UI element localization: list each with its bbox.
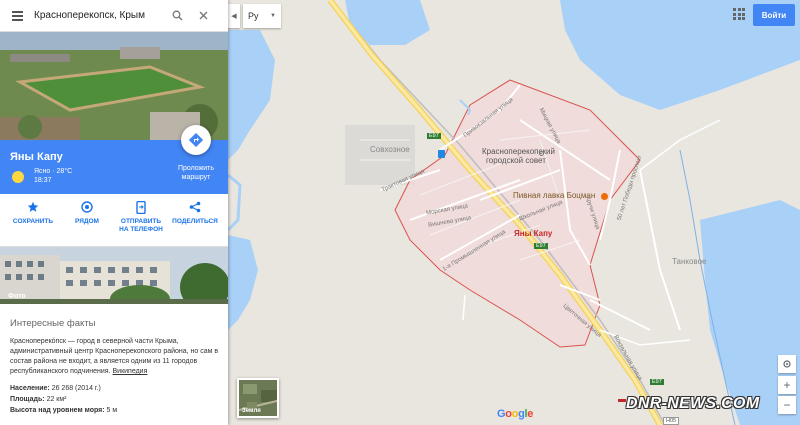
clear-search-button[interactable] <box>190 0 216 32</box>
directions-button[interactable] <box>181 125 211 155</box>
share-icon <box>170 200 220 214</box>
minus-icon: − <box>783 398 791 412</box>
fact-elevation: Высота над уровнем моря: 5 м <box>10 407 118 414</box>
weather-info: Ясно · 28°C 18:37 <box>34 168 73 184</box>
map-label-council: Красноперекопский городской совет <box>482 147 555 165</box>
star-icon <box>8 200 58 214</box>
sun-icon <box>12 171 24 183</box>
facts-text: Красноперекóпск — город в северной части… <box>10 338 219 375</box>
facts-heading: Интересные факты <box>10 318 96 329</box>
building-photo-image <box>0 247 228 304</box>
crosshair-icon <box>783 360 791 368</box>
action-bar: СОХРАНИТЬ РЯДОМ ОТПРАВИТЬ НА ТЕЛЕФОН ПОД… <box>0 194 228 240</box>
earth-view-toggle[interactable]: Земля <box>237 378 279 418</box>
language-value: Ру <box>248 11 259 21</box>
google-logo: Google <box>497 408 534 420</box>
nearby-icon <box>62 200 112 214</box>
search-input[interactable] <box>34 10 164 21</box>
bus-stop-icon[interactable] <box>438 150 445 158</box>
share-button[interactable]: ПОДЕЛИТЬСЯ <box>170 200 220 240</box>
place-side-panel: Яны Капу Ясно · 28°C 18:37 Проложить мар… <box>0 0 228 425</box>
road-shield-h05: H05 <box>663 417 680 425</box>
close-icon <box>199 11 207 20</box>
zoom-in-button[interactable]: + <box>778 376 796 394</box>
map-label-tankovoe: Танковое <box>672 257 707 266</box>
road-shield-e97: E97 <box>427 133 441 139</box>
road-shield-e97: E97 <box>650 379 664 385</box>
map-label-pub: Пивная лавка Боцман <box>513 191 596 200</box>
wikipedia-link[interactable]: Википедия <box>113 368 148 375</box>
directions-icon <box>189 133 203 147</box>
poi-marker-icon[interactable] <box>539 151 544 156</box>
earth-label: Земля <box>242 408 261 414</box>
fact-population: Население: 26 268 (2014 г.) <box>10 385 101 392</box>
search-box <box>0 0 228 32</box>
chevron-down-icon: ▼ <box>270 13 276 19</box>
search-button[interactable] <box>164 0 190 32</box>
language-select[interactable]: Ру ▼ <box>243 4 281 28</box>
photo-thumbnail[interactable]: Фото <box>0 246 228 304</box>
menu-icon[interactable] <box>0 0 34 32</box>
my-location-button[interactable] <box>778 355 796 373</box>
zoom-out-button[interactable]: − <box>778 396 796 414</box>
road-shield-e97: E97 <box>534 243 548 249</box>
watermark-bar <box>618 399 626 402</box>
pub-marker-icon[interactable] <box>601 193 608 200</box>
apps-grid-icon[interactable] <box>733 8 745 20</box>
route-label[interactable]: Проложить маршрут <box>170 164 222 182</box>
map-label-sovkhoznoe: Совхозное <box>370 145 410 154</box>
send-to-phone-button[interactable]: ОТПРАВИТЬ НА ТЕЛЕФОН <box>116 200 166 240</box>
collapse-panel-button[interactable]: ◀ <box>228 4 240 28</box>
chevron-left-icon: ◀ <box>231 13 237 20</box>
search-icon <box>172 10 182 21</box>
send-to-phone-icon <box>116 200 166 214</box>
nearby-button[interactable]: РЯДОМ <box>62 200 112 240</box>
photo-label: Фото <box>8 293 26 300</box>
plus-icon: + <box>783 378 791 392</box>
fact-area: Площадь: 22 км² <box>10 396 67 403</box>
place-title: Яны Капу <box>10 151 63 163</box>
map-label-city: Яны Капу <box>514 229 553 238</box>
stadium-aerial-image <box>0 32 228 140</box>
facts-section: Интересные факты Красноперекóпск — город… <box>10 318 222 416</box>
save-button[interactable]: СОХРАНИТЬ <box>8 200 58 240</box>
signin-button[interactable]: Войти <box>753 4 795 26</box>
watermark: DNR-NEWS.COM <box>626 395 760 412</box>
hero-photo[interactable] <box>0 32 228 140</box>
